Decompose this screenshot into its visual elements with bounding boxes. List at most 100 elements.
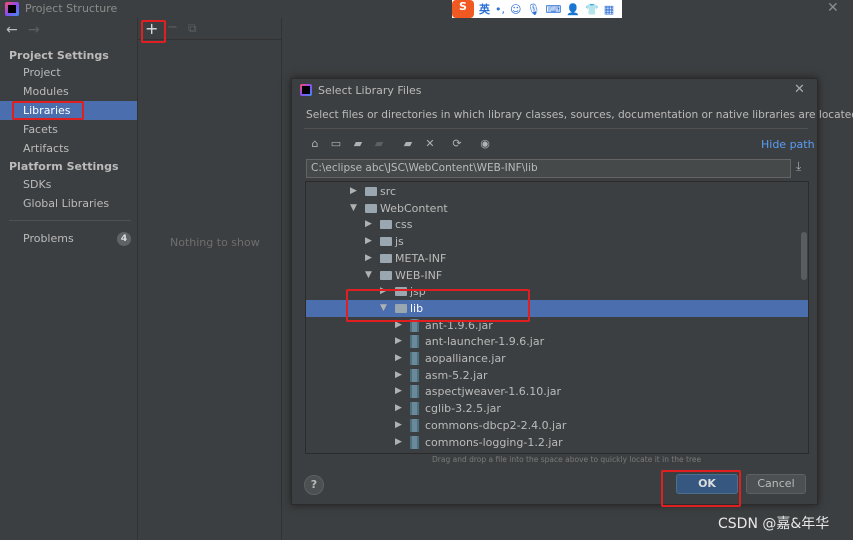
remove-library-button[interactable]: − xyxy=(167,20,178,35)
skin-icon[interactable]: 👕 xyxy=(585,3,599,16)
punctuation-icon[interactable]: •, xyxy=(495,3,505,16)
home-icon[interactable]: ⌂ xyxy=(308,137,322,151)
tree-node-jar[interactable]: ▶ asm-5.2.jar xyxy=(306,367,808,384)
tree-scrollbar[interactable] xyxy=(801,232,807,280)
sidebar-item-artifacts[interactable]: Artifacts xyxy=(0,139,137,158)
divider xyxy=(304,128,808,129)
tree-node-label: src xyxy=(380,185,397,198)
platform-settings-heading: Platform Settings xyxy=(9,160,119,173)
project-folder-icon[interactable]: ▰ xyxy=(351,137,365,151)
desktop-icon[interactable]: ▭ xyxy=(329,137,343,151)
ime-logo: S xyxy=(452,0,474,18)
tree-node-folder[interactable]: ▶ css xyxy=(306,216,808,233)
emoji-icon[interactable]: ☺ xyxy=(510,3,521,16)
expand-arrow-right-icon[interactable]: ▶ xyxy=(365,233,372,250)
expand-arrow-right-icon[interactable]: ▶ xyxy=(365,216,372,233)
divider xyxy=(9,220,131,221)
tree-node-label: aopalliance.jar xyxy=(425,352,506,365)
problems-count-badge: 4 xyxy=(117,232,131,246)
delete-icon[interactable]: ✕ xyxy=(423,137,437,151)
forward-button[interactable]: → xyxy=(28,22,40,38)
tree-node-jar[interactable]: ▶ commons-logging-1.2.jar xyxy=(306,434,808,451)
tree-node-label: js xyxy=(395,235,404,249)
folder-icon xyxy=(380,220,392,230)
window-title: Project Structure xyxy=(25,2,118,15)
sidebar-item-modules[interactable]: Modules xyxy=(0,82,137,101)
app-logo-icon xyxy=(5,2,19,16)
tree-node-label: WEB-INF xyxy=(395,268,443,282)
download-icon[interactable]: ⤓ xyxy=(796,159,801,174)
help-button[interactable]: ? xyxy=(304,475,324,495)
empty-state-text: Nothing to show xyxy=(170,236,260,249)
tree-node-label: commons-logging-1.2.jar xyxy=(425,435,563,449)
sidebar-item-facets[interactable]: Facets xyxy=(0,120,137,139)
dialog-title: Select Library Files xyxy=(318,84,422,97)
sidebar-item-global-libraries[interactable]: Global Libraries xyxy=(0,194,137,213)
tree-node-folder[interactable]: ▼ WebContent xyxy=(306,200,808,217)
expand-arrow-right-icon[interactable]: ▶ xyxy=(395,333,402,350)
hide-path-link[interactable]: Hide path xyxy=(761,138,815,151)
jar-icon xyxy=(410,418,419,432)
tree-node-label: ant-launcher-1.9.6.jar xyxy=(425,335,545,349)
expand-arrow-right-icon[interactable]: ▶ xyxy=(395,400,402,417)
cancel-label: Cancel xyxy=(757,477,795,490)
tree-node-jar[interactable]: ▶ cglib-3.2.5.jar xyxy=(306,400,808,417)
title-bar: Project Structure S 英 •, ☺ 🎙 ⌨ 👤 👕 ▦ ✕ xyxy=(0,0,853,18)
project-settings-heading: Project Settings xyxy=(9,49,109,62)
help-icon: ? xyxy=(310,478,318,491)
show-hidden-icon[interactable]: ◉ xyxy=(478,137,492,151)
ime-toolbar[interactable]: S 英 •, ☺ 🎙 ⌨ 👤 👕 ▦ xyxy=(452,0,622,18)
tree-node-label: commons-dbcp2-2.4.0.jar xyxy=(425,418,567,432)
dialog-description: Select files or directories in which lib… xyxy=(306,109,853,121)
user-icon[interactable]: 👤 xyxy=(566,3,580,16)
sidebar-item-sdks[interactable]: SDKs xyxy=(0,175,137,194)
back-button[interactable]: ← xyxy=(6,22,18,38)
expand-arrow-right-icon[interactable]: ▶ xyxy=(395,417,402,434)
tree-node-jar[interactable]: ▶ aspectjweaver-1.6.10.jar xyxy=(306,383,808,400)
ime-lang[interactable]: 英 xyxy=(479,1,490,17)
jar-icon xyxy=(410,352,419,365)
folder-icon xyxy=(365,187,377,196)
grid-icon[interactable]: ▦ xyxy=(604,3,614,16)
close-icon[interactable]: ✕ xyxy=(827,0,839,16)
new-folder-icon[interactable]: ▰ xyxy=(401,137,415,151)
sidebar: ← → Project Settings Project Modules Lib… xyxy=(0,18,137,540)
sidebar-item-project[interactable]: Project xyxy=(0,63,137,82)
tree-node-folder[interactable]: ▼ WEB-INF xyxy=(306,267,808,284)
refresh-icon[interactable]: ⟳ xyxy=(450,137,464,151)
expand-arrow-right-icon[interactable]: ▶ xyxy=(395,350,402,367)
path-input[interactable]: C:\eclipse abc\JSC\WebContent\WEB-INF\li… xyxy=(306,159,791,178)
tree-node-folder[interactable]: ▶ META-INF xyxy=(306,250,808,267)
tree-node-folder[interactable]: ▶ src xyxy=(306,183,808,200)
expand-arrow-right-icon[interactable]: ▶ xyxy=(395,434,402,451)
tree-node-folder[interactable]: ▶ js xyxy=(306,233,808,250)
keyboard-icon[interactable]: ⌨ xyxy=(545,3,561,16)
folder-icon xyxy=(380,237,392,247)
module-folder-icon[interactable]: ▰ xyxy=(372,137,386,151)
tree-node-jar[interactable]: ▶ aopalliance.jar xyxy=(306,350,808,367)
expand-arrow-right-icon[interactable]: ▶ xyxy=(395,383,402,400)
jar-icon xyxy=(410,435,419,449)
highlight-add-button xyxy=(141,20,166,43)
tree-node-jar[interactable]: ▶ ant-launcher-1.9.6.jar xyxy=(306,333,808,350)
dialog-logo-icon xyxy=(300,84,312,96)
expand-arrow-right-icon[interactable]: ▶ xyxy=(395,367,402,384)
expand-arrow-down-icon[interactable]: ▼ xyxy=(350,200,357,217)
highlight-libraries xyxy=(12,101,84,120)
dialog-close-icon[interactable]: ✕ xyxy=(794,82,805,97)
expand-arrow-right-icon[interactable]: ▶ xyxy=(365,250,372,267)
tree-node-label: WebContent xyxy=(380,201,448,215)
expand-arrow-right-icon[interactable]: ▶ xyxy=(350,183,357,200)
tree-node-jar[interactable]: ▶ commons-dbcp2-2.4.0.jar xyxy=(306,417,808,434)
library-list-panel: + − ⧉ Nothing to show xyxy=(137,18,282,540)
cancel-button[interactable]: Cancel xyxy=(746,474,806,494)
watermark: CSDN @嘉&年华 xyxy=(718,516,830,532)
copy-library-button[interactable]: ⧉ xyxy=(188,21,197,36)
tree-node-label: css xyxy=(395,218,413,232)
folder-icon xyxy=(380,270,392,280)
expand-arrow-down-icon[interactable]: ▼ xyxy=(365,267,372,284)
jar-icon xyxy=(410,385,419,399)
microphone-icon[interactable]: 🎙 xyxy=(526,3,540,16)
tree-node-label: META-INF xyxy=(395,251,447,265)
path-value: C:\eclipse abc\JSC\WebContent\WEB-INF\li… xyxy=(311,162,538,174)
